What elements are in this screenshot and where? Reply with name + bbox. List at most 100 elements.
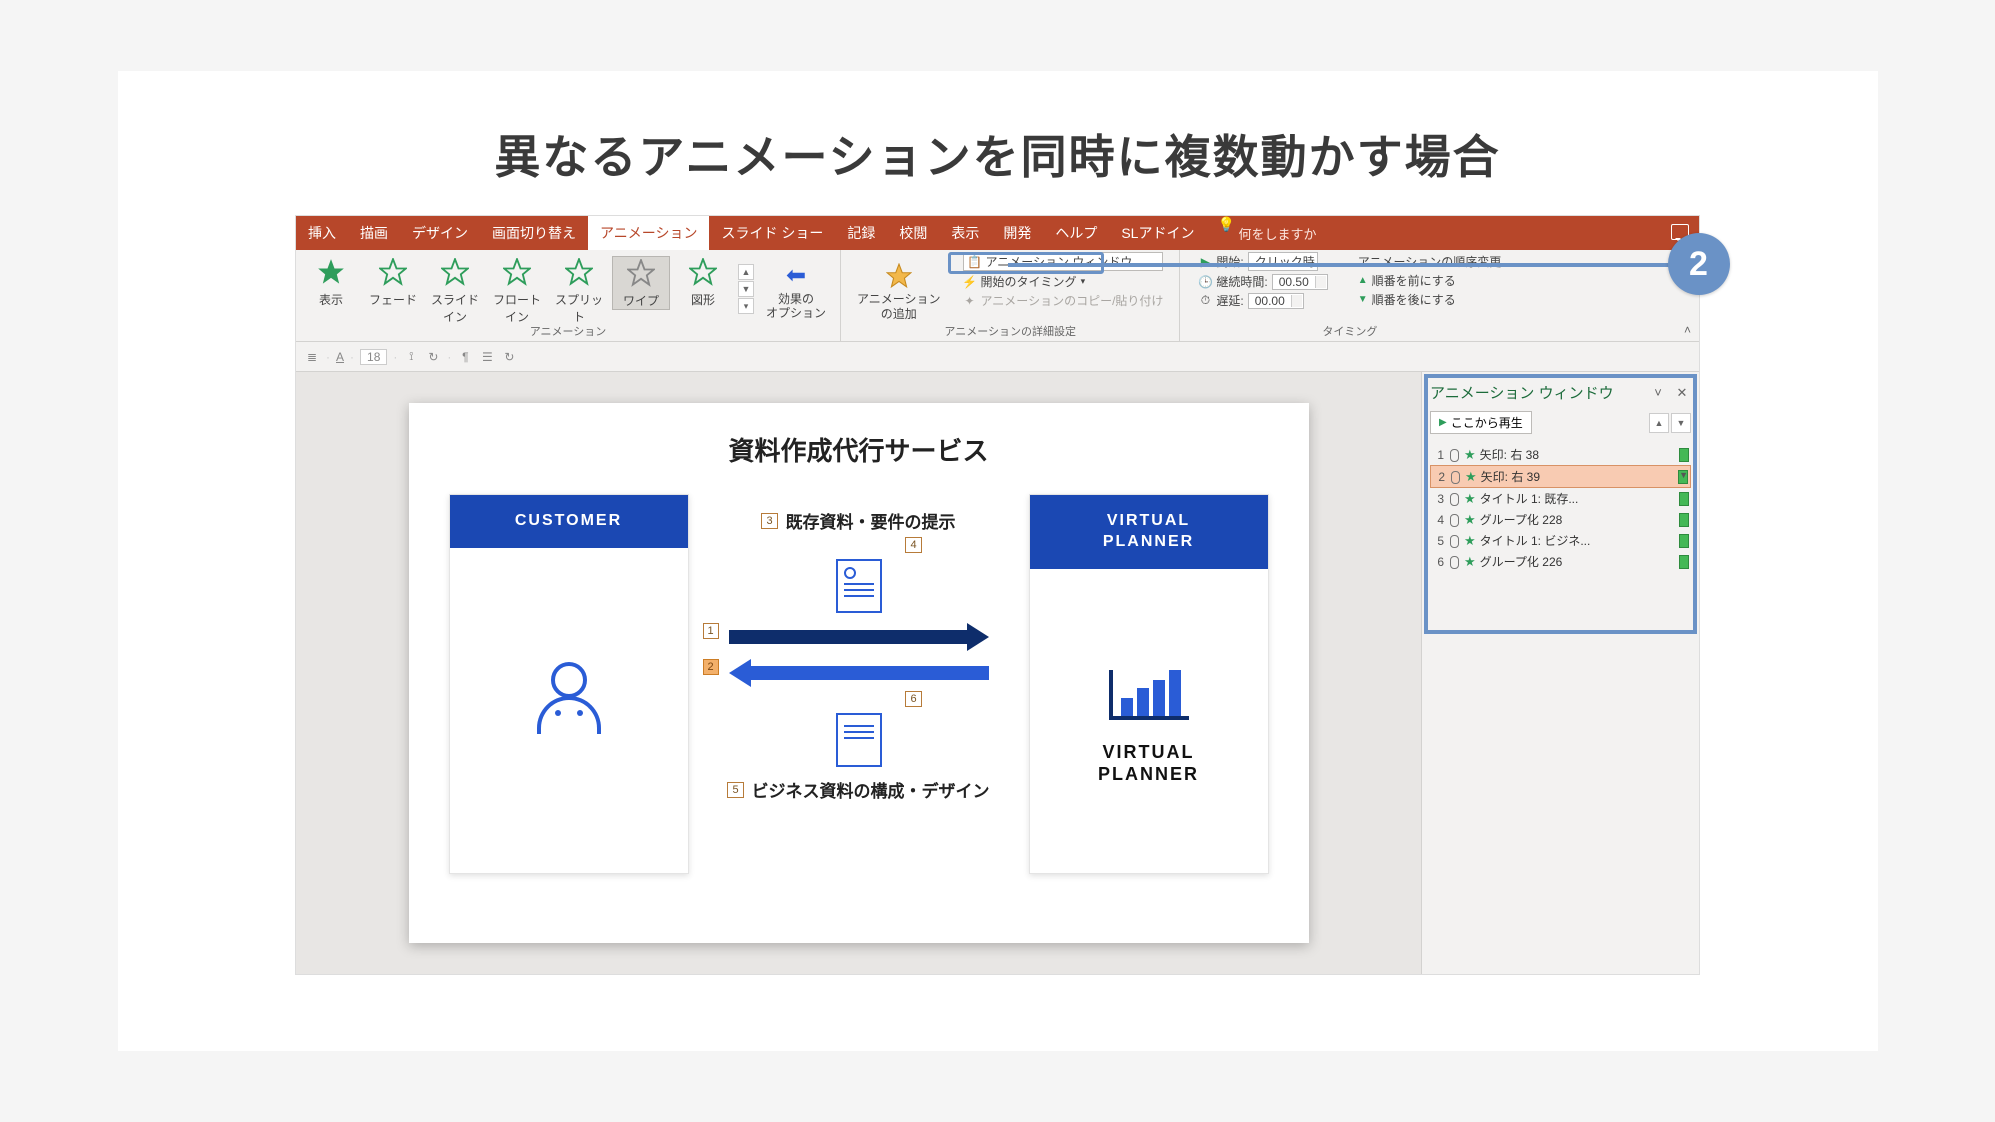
tab-animations[interactable]: アニメーション <box>588 216 709 250</box>
anim-number: 6 <box>1432 555 1444 569</box>
anim-split[interactable]: スプリット <box>550 256 608 325</box>
anim-tag-6[interactable]: 6 <box>905 691 921 707</box>
ruler-icon[interactable]: ⟟ <box>403 349 419 365</box>
anim-list-label: グループ化 228 <box>1480 511 1675 528</box>
anim-number: 1 <box>1432 448 1444 462</box>
move-later-button[interactable]: ▼ 順番を後にする <box>1358 291 1502 308</box>
anim-tag-3[interactable]: 3 <box>761 513 777 529</box>
document-icon-bottom <box>836 713 882 767</box>
mouse-click-icon <box>1448 492 1460 506</box>
group-advanced-label: アニメーションの詳細設定 <box>841 323 1179 339</box>
anim-list-label: 矢印: 右 39 <box>1481 468 1674 485</box>
anim-list-item-6[interactable]: 6 ★ グループ化 226 <box>1430 551 1691 572</box>
person-icon <box>534 662 604 752</box>
slide-canvas[interactable]: 資料作成代行サービス CUSTOMER <box>296 372 1421 974</box>
anim-floatin[interactable]: フロートイン <box>488 256 546 325</box>
group-animation-label: アニメーション <box>296 323 840 339</box>
anim-list-label: タイトル 1: 既存... <box>1480 490 1675 507</box>
pane-close-button[interactable]: ✕ <box>1673 384 1691 402</box>
anim-tag-5[interactable]: 5 <box>727 782 743 798</box>
tell-me-search[interactable]: 何をしますか <box>1238 216 1316 250</box>
tab-draw[interactable]: 描画 <box>348 216 400 250</box>
tab-slideshow[interactable]: スライド ショー <box>709 216 835 250</box>
vp-text-2: PLANNER <box>1098 764 1199 786</box>
play-from-here-button[interactable]: ▶ ここから再生 <box>1430 411 1532 434</box>
anim-tag-4[interactable]: 4 <box>905 537 921 553</box>
mouse-click-icon <box>1448 555 1460 569</box>
add-animation-button[interactable]: アニメーション の追加 <box>849 256 949 321</box>
anim-appear[interactable]: 表示 <box>302 256 360 308</box>
anim-wipe-label: ワイプ <box>613 292 669 309</box>
animation-painter-label: アニメーションのコピー/貼り付け <box>981 292 1164 309</box>
pane-move-up-button[interactable]: ▲ <box>1649 413 1669 433</box>
timing-bar <box>1679 555 1689 569</box>
anim-list-item-3[interactable]: 3 ★ タイトル 1: 既存... <box>1430 488 1691 509</box>
arrow-right <box>729 625 989 649</box>
pane-move-down-button[interactable]: ▼ <box>1671 413 1691 433</box>
mouse-click-icon <box>1448 534 1460 548</box>
gallery-down-icon[interactable]: ▼ <box>738 281 754 297</box>
anim-slidein[interactable]: スライドイン <box>426 256 484 325</box>
pane-collapse-button[interactable]: ˅ <box>1649 384 1667 402</box>
mouse-click-icon <box>1449 470 1461 484</box>
powerpoint-window: 挿入 描画 デザイン 画面切り替え アニメーション スライド ショー 記録 校閲… <box>295 215 1700 975</box>
repeat-icon[interactable]: ↻ <box>501 349 517 365</box>
anim-number: 3 <box>1432 492 1444 506</box>
bar-chart-icon <box>1109 670 1189 720</box>
move-earlier-button[interactable]: ▲ 順番を前にする <box>1358 272 1502 289</box>
tab-record[interactable]: 記録 <box>835 216 887 250</box>
tab-review[interactable]: 校閲 <box>887 216 939 250</box>
paragraph-icon[interactable]: ¶ <box>457 349 473 365</box>
anim-shape-label: 図形 <box>674 291 732 308</box>
font-color-icon[interactable]: A <box>336 350 344 364</box>
start-dropdown[interactable]: クリック時 <box>1248 252 1318 271</box>
timing-bar <box>1679 534 1689 548</box>
tab-view[interactable]: 表示 <box>939 216 991 250</box>
tab-sladdin[interactable]: SLアドイン <box>1109 216 1206 250</box>
lightbulb-icon: 💡 <box>1218 216 1234 232</box>
tab-transitions[interactable]: 画面切り替え <box>480 216 588 250</box>
anim-wipe[interactable]: ワイプ <box>612 256 670 310</box>
customer-header: CUSTOMER <box>450 495 688 548</box>
start-label: 開始: <box>1216 253 1243 270</box>
ribbon-tab-bar: 挿入 描画 デザイン 画面切り替え アニメーション スライド ショー 記録 校閲… <box>296 216 1699 250</box>
mouse-click-icon <box>1448 448 1460 462</box>
planner-box: VIRTUAL PLANNER VIRTUA <box>1029 494 1269 874</box>
font-size-field[interactable]: 18 <box>360 349 387 365</box>
add-animation-label: アニメーション の追加 <box>857 292 941 321</box>
chevron-down-icon[interactable]: ▼ <box>1679 470 1688 480</box>
anim-fade[interactable]: フェード <box>364 256 422 308</box>
delay-spinner[interactable]: 00.00 <box>1248 293 1304 309</box>
trigger-label: 開始のタイミング <box>981 273 1077 290</box>
slide-title: 資料作成代行サービス <box>449 431 1269 468</box>
anim-list-item-1[interactable]: 1 ★ 矢印: 右 38 <box>1430 444 1691 465</box>
ribbon-collapse-button[interactable]: ˄ <box>1684 323 1691 337</box>
list-icon[interactable]: ≣ <box>304 349 320 365</box>
tab-insert[interactable]: 挿入 <box>296 216 348 250</box>
slide: 資料作成代行サービス CUSTOMER <box>409 403 1309 943</box>
anim-list-item-5[interactable]: 5 ★ タイトル 1: ビジネ... <box>1430 530 1691 551</box>
tab-help[interactable]: ヘルプ <box>1043 216 1109 250</box>
tab-design[interactable]: デザイン <box>400 216 480 250</box>
align-icon[interactable]: ☰ <box>479 349 495 365</box>
duration-spinner[interactable]: 00.50 <box>1272 274 1328 290</box>
step-badge: 2 <box>1668 233 1730 295</box>
tool-icon-1[interactable]: ↻ <box>425 349 441 365</box>
upper-label: 既存資料・要件の提示 <box>786 508 956 533</box>
tab-developer[interactable]: 開発 <box>991 216 1043 250</box>
anim-slidein-label: スライドイン <box>426 291 484 325</box>
anim-list-item-2[interactable]: 2 ★ 矢印: 右 39 ▼ <box>1430 465 1691 488</box>
anim-list-item-4[interactable]: 4 ★ グループ化 228 <box>1430 509 1691 530</box>
gallery-up-icon[interactable]: ▲ <box>738 264 754 280</box>
anim-split-label: スプリット <box>550 291 608 325</box>
anim-shape[interactable]: 図形 <box>674 256 732 308</box>
anim-tag-2[interactable]: 2 <box>703 659 719 675</box>
gallery-more-icon[interactable]: ▾ <box>738 298 754 314</box>
triangle-down-icon: ▼ <box>1358 294 1368 305</box>
effect-options-button[interactable]: ⬅ 効果の オプション <box>758 256 834 321</box>
animation-painter-button[interactable]: ✦ アニメーションのコピー/貼り付け <box>963 292 1164 309</box>
trigger-button[interactable]: ⚡ 開始のタイミング ▾ <box>963 273 1164 290</box>
animation-window-button[interactable]: 📋 アニメーション ウィンドウ <box>963 252 1164 271</box>
anim-tag-1[interactable]: 1 <box>703 623 719 639</box>
callout-connector-line <box>1008 263 1678 267</box>
